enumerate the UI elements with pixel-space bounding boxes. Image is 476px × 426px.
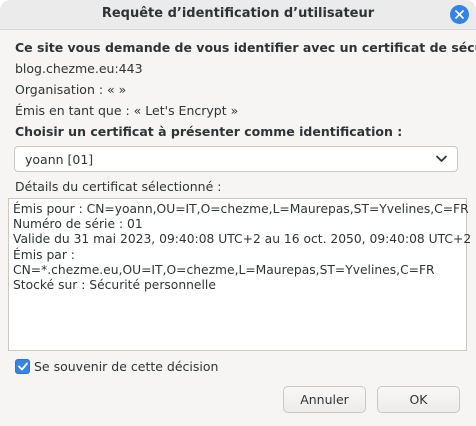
chooser-label: Choisir un certificat à présenter comme … [15,124,403,139]
issuer-text: Émis en tant que : « Let's Encrypt » [15,103,239,118]
certificate-select[interactable]: yoann [01] [14,146,458,172]
ok-button[interactable]: OK [377,386,460,413]
intro-text: Ce site vous demande de vous identifier … [15,40,476,55]
organization-text: Organisation : « » [15,82,127,97]
details-line: Numéro de série : 01 [13,217,143,232]
cancel-button[interactable]: Annuler [283,386,366,413]
certificate-details-textarea[interactable]: Émis pour : CN=yoann,OU=IT,O=chezme,L=Ma… [8,198,472,351]
title-bar: Requête d’identification d’utilisateur [0,0,476,30]
details-line: Émis pour : CN=yoann,OU=IT,O=chezme,L=Ma… [13,202,469,216]
details-line: CN=*.chezme.eu,OU=IT,O=chezme,L=Maurepas… [13,262,435,277]
chevron-down-icon [436,155,447,162]
checkmark-icon [17,362,28,371]
remember-checkbox[interactable] [15,359,30,374]
host-text: blog.chezme.eu:443 [15,61,143,76]
close-icon [455,10,464,19]
remember-label[interactable]: Se souvenir de cette décision [34,359,218,374]
close-button[interactable] [450,5,469,24]
certificate-dialog: Requête d’identification d’utilisateur C… [0,0,476,426]
details-line: Valide du 31 mai 2023, 09:40:08 UTC+2 au… [13,232,472,247]
details-line: Émis par : [13,247,75,262]
certificate-select-value: yoann [01] [25,152,94,167]
window-title: Requête d’identification d’utilisateur [101,6,375,21]
details-line: Stocké sur : Sécurité personnelle [13,278,216,293]
details-label: Détails du certificat sélectionné : [15,179,222,194]
